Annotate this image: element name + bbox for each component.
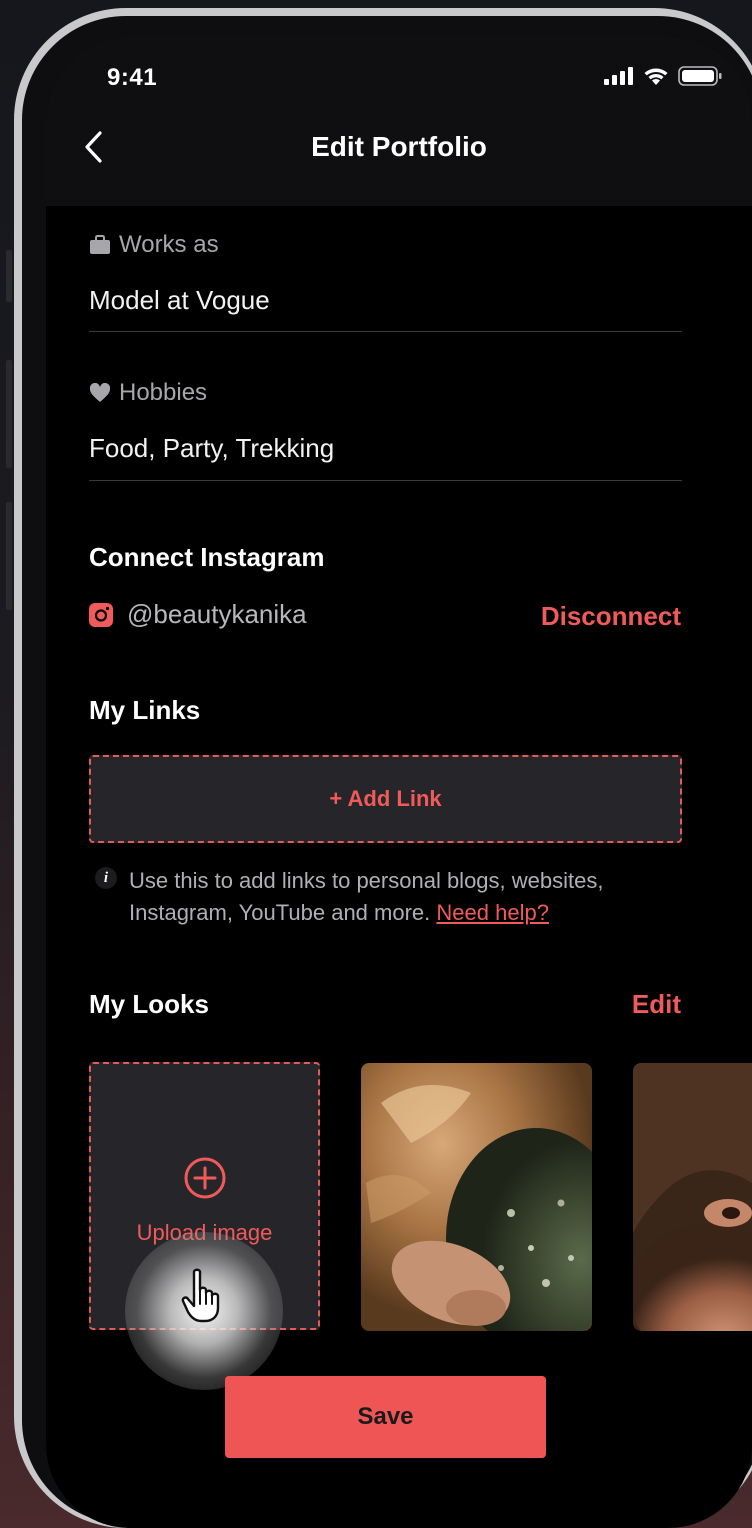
add-link-button[interactable]: + Add Link (89, 755, 682, 843)
hobbies-field[interactable]: Food, Party, Trekking (89, 433, 334, 464)
silent-switch (6, 250, 12, 302)
look-photo-1[interactable] (361, 1063, 592, 1331)
volume-up-button (6, 360, 12, 468)
links-info-text: Use this to add links to personal blogs,… (129, 865, 689, 929)
phone-screen: 9:41 Edit Portfolio Works as Model at Vo… (46, 36, 752, 1528)
need-help-link[interactable]: Need help? (436, 900, 549, 925)
instagram-icon (89, 602, 113, 627)
save-button[interactable]: Save (225, 1376, 546, 1458)
disconnect-button[interactable]: Disconnect (541, 601, 681, 632)
status-icons (604, 66, 722, 86)
my-looks-title: My Looks (89, 989, 209, 1019)
hand-pointer-icon (181, 1268, 220, 1323)
page-title: Edit Portfolio (311, 131, 487, 162)
briefcase-icon (90, 235, 110, 254)
looks-edit-button[interactable]: Edit (632, 989, 681, 1020)
header-bar: 9:41 Edit Portfolio (46, 36, 752, 206)
info-icon: i (95, 867, 117, 889)
wifi-icon (644, 68, 668, 85)
connect-instagram-title: Connect Instagram (89, 542, 325, 572)
status-time: 9:41 (107, 64, 158, 91)
look-photo-2[interactable] (633, 1063, 752, 1331)
battery-icon (678, 66, 722, 86)
instagram-account-row: @beautykanika (89, 599, 307, 630)
instagram-handle: @beautykanika (127, 599, 307, 629)
signal-icon (604, 67, 633, 85)
heart-icon (89, 383, 111, 402)
my-links-title: My Links (89, 695, 201, 725)
works-as-divider (89, 331, 682, 332)
hobbies-divider (89, 480, 682, 481)
hobbies-label-row: Hobbies (89, 379, 207, 407)
works-as-label: Works as (119, 231, 219, 258)
plus-circle-icon (184, 1157, 226, 1199)
volume-down-button (6, 502, 12, 610)
hobbies-label: Hobbies (119, 379, 208, 406)
works-as-label-row: Works as (89, 231, 219, 259)
works-as-field[interactable]: Model at Vogue (89, 285, 270, 316)
